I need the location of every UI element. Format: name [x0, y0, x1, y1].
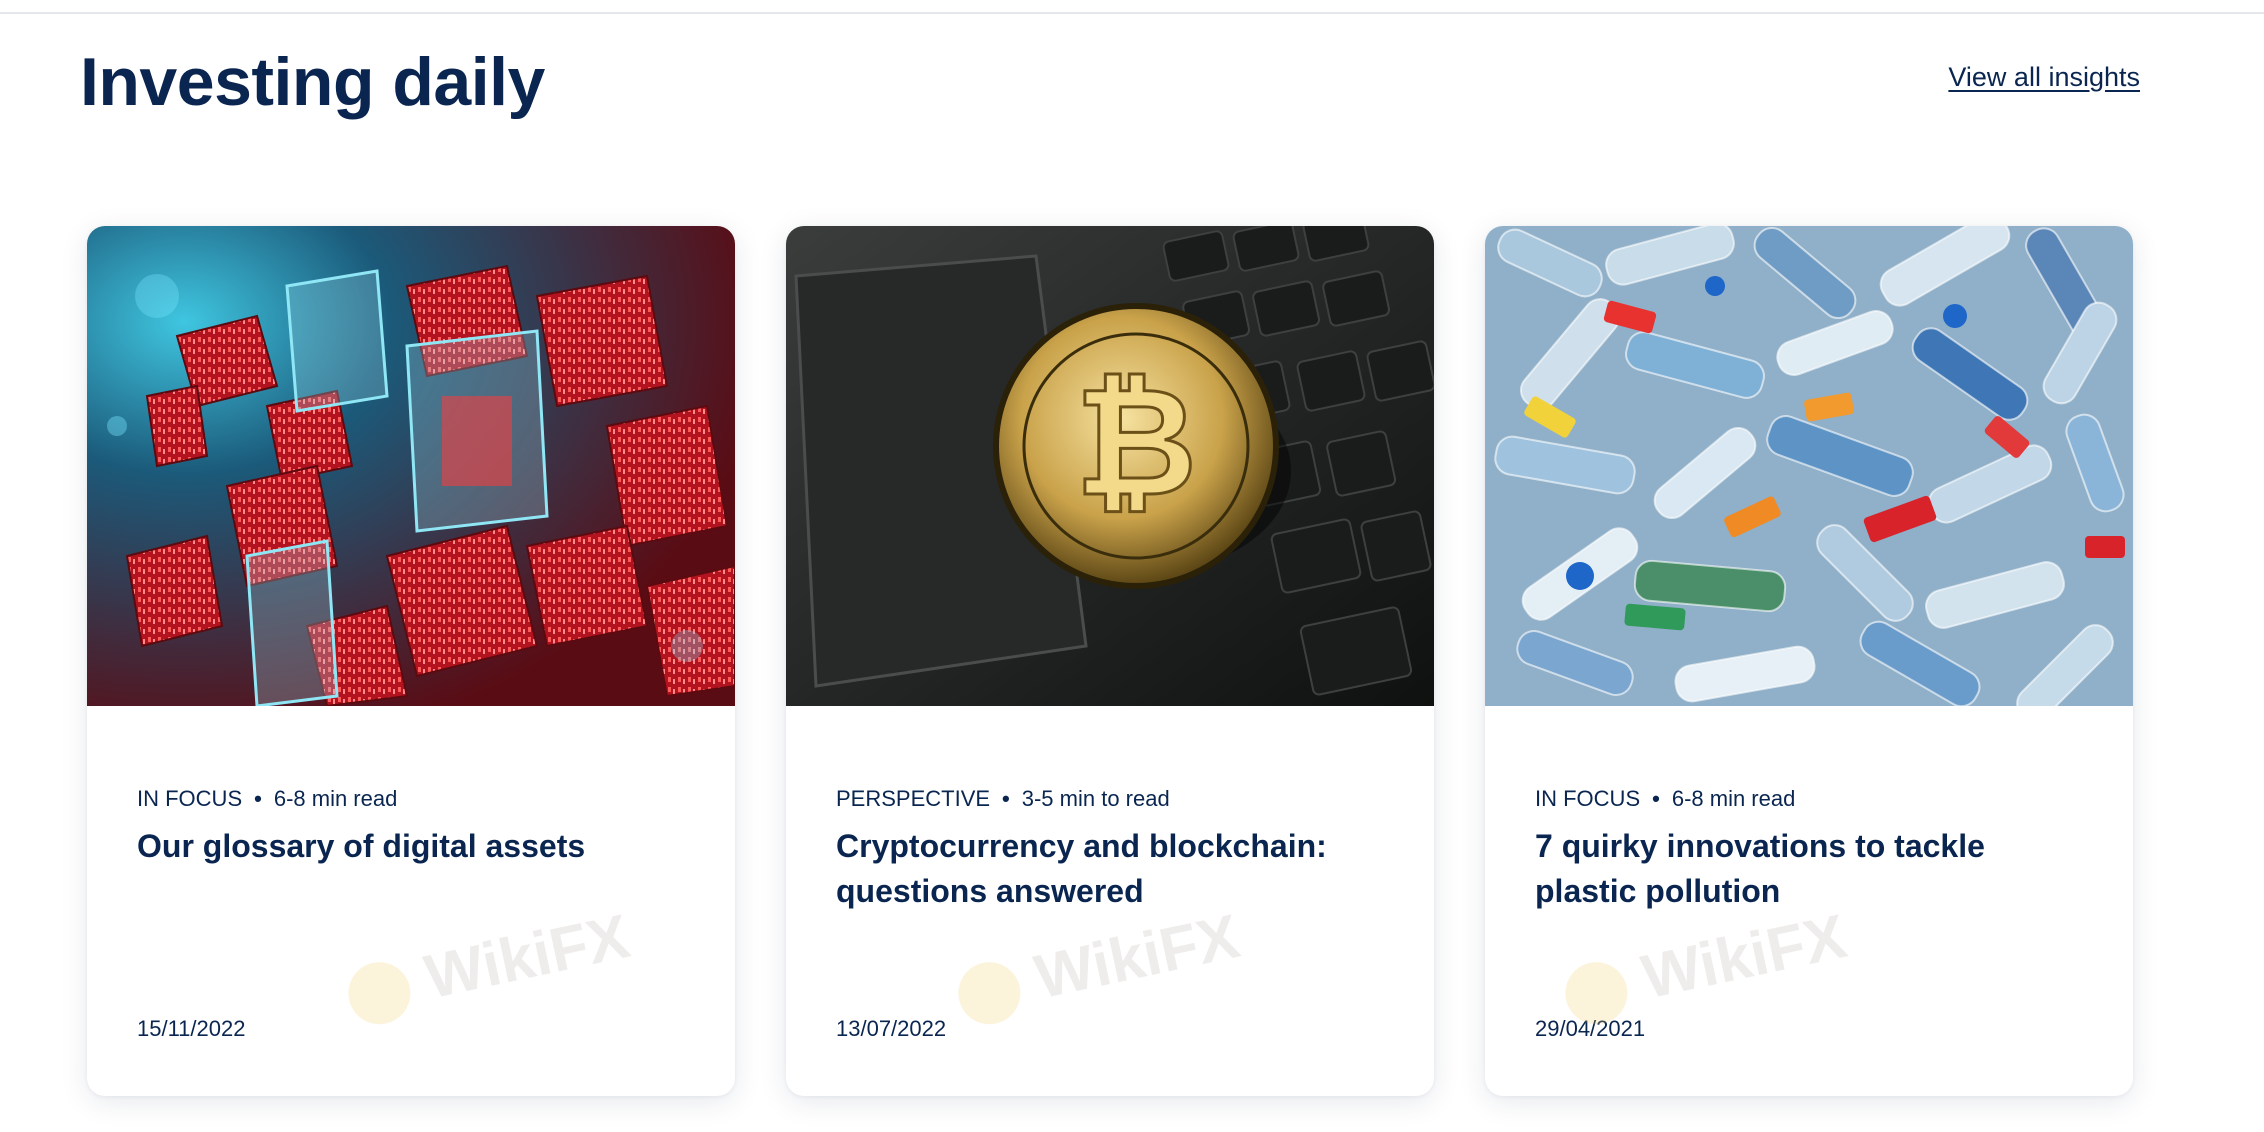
separator-dot-icon: •	[254, 786, 262, 811]
card-date: 13/07/2022	[836, 1016, 947, 1041]
separator-dot-icon: •	[1002, 786, 1010, 811]
card-category: PERSPECTIVE	[836, 786, 991, 811]
bitcoin-keyboard-image: ₿	[786, 226, 1434, 706]
card-category: IN FOCUS	[1535, 786, 1641, 811]
card-title[interactable]: Our glossary of digital assets	[137, 824, 697, 869]
insights-card-list: IN FOCUS • 6-8 min read Our glossary of di…	[0, 226, 2264, 1096]
digital-assets-image	[87, 226, 735, 706]
card-meta: IN FOCUS • 6-8 min read	[137, 786, 397, 812]
card-read-time: 6-8 min read	[273, 786, 398, 811]
card-read-time: 3-5 min to read	[1021, 786, 1170, 811]
insight-card[interactable]: ₿ PERSPECTIVE • 3-5 min to read Cryptocurr…	[786, 226, 1434, 1096]
card-date: 29/04/2021	[1535, 1016, 1646, 1041]
section-title: Investing daily	[80, 44, 545, 120]
card-category: IN FOCUS	[137, 786, 243, 811]
card-meta: IN FOCUS • 6-8 min read	[1535, 786, 1795, 812]
top-divider	[0, 12, 2264, 14]
separator-dot-icon: •	[1652, 786, 1660, 811]
view-all-insights-link[interactable]: View all insights	[1948, 62, 2140, 93]
insight-card[interactable]: IN FOCUS • 6-8 min read Our glossary of di…	[87, 226, 735, 1096]
card-date: 15/11/2022	[137, 1016, 246, 1041]
insight-card[interactable]: IN FOCUS • 6-8 min read 7 quirky innovatio…	[1485, 226, 2133, 1096]
card-title[interactable]: Cryptocurrency and blockchain: questions…	[836, 824, 1396, 914]
svg-text:₿: ₿	[1075, 356, 1197, 530]
card-meta: PERSPECTIVE • 3-5 min to read	[836, 786, 1170, 812]
card-title[interactable]: 7 quirky innovations to tackle plastic p…	[1535, 824, 2095, 914]
plastic-bottles-image	[1485, 226, 2133, 706]
card-read-time: 6-8 min read	[1671, 786, 1796, 811]
